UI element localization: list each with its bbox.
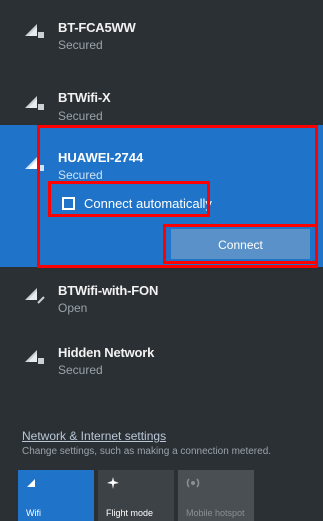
- network-name: HUAWEI-2744: [58, 150, 144, 165]
- network-item-btwifi-x[interactable]: BTWifi-X Secured: [0, 62, 323, 124]
- wifi-secured-icon: [25, 350, 44, 364]
- network-name: BTWifi-with-FON: [58, 283, 159, 298]
- network-item-btwifi-with-fon[interactable]: BTWifi-with-FON Open: [0, 270, 323, 332]
- quick-action-mobile-hotspot[interactable]: Mobile hotspot: [178, 470, 254, 521]
- wifi-secured-icon: [25, 157, 44, 171]
- network-settings-description: Change settings, such as making a connec…: [22, 446, 272, 457]
- quick-action-label: Flight mode: [106, 508, 154, 518]
- network-status: Secured: [58, 38, 103, 52]
- network-name: BT-FCA5WW: [58, 20, 136, 35]
- network-name: BTWifi-X: [58, 90, 111, 105]
- connect-button[interactable]: Connect: [171, 229, 310, 259]
- hotspot-icon: [186, 478, 200, 488]
- wifi-open-icon: [25, 288, 45, 304]
- network-settings-link[interactable]: Network & Internet settings: [22, 429, 166, 443]
- network-status: Secured: [58, 109, 103, 123]
- airplane-icon: [107, 477, 119, 489]
- quick-action-label: Wifi: [26, 508, 41, 518]
- connect-automatically-checkbox[interactable]: [62, 197, 75, 210]
- connect-automatically-label: Connect automatically: [84, 196, 212, 211]
- wifi-icon: [27, 479, 35, 487]
- wifi-secured-icon: [25, 96, 44, 110]
- network-status: Secured: [58, 168, 103, 182]
- network-status: Open: [58, 301, 88, 315]
- quick-action-wifi[interactable]: Wifi: [18, 470, 94, 521]
- network-flyout: BT-FCA5WW Secured BTWifi-X Secured HUAWE…: [0, 0, 323, 521]
- network-name: Hidden Network: [58, 345, 155, 360]
- wifi-secured-icon: [25, 24, 44, 38]
- quick-action-flight-mode[interactable]: Flight mode: [98, 470, 174, 521]
- quick-action-label: Mobile hotspot: [186, 508, 245, 518]
- network-item-bt-fca5ww[interactable]: BT-FCA5WW Secured: [0, 0, 323, 62]
- network-item-hidden-network[interactable]: Hidden Network Secured: [0, 332, 323, 394]
- network-status: Secured: [58, 363, 103, 377]
